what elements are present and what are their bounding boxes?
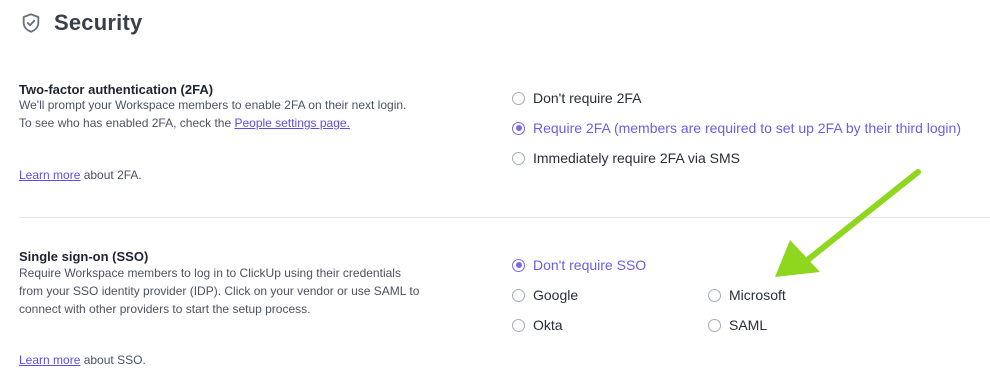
radio-circle[interactable] [708,288,721,302]
radio-label: Okta [533,317,563,333]
twofa-desc-line2-text: To see who has enabled 2FA, check the [19,116,235,130]
radio-label: Immediately require 2FA via SMS [533,150,740,166]
radio-dont-require-sso[interactable]: Don't require SSO [512,257,646,273]
radio-dont-require-2fa[interactable]: Don't require 2FA [512,90,642,106]
annotation-arrow-icon [775,169,921,277]
radio-circle[interactable] [708,318,721,332]
radio-circle[interactable] [512,121,525,135]
radio-sso-microsoft[interactable]: Microsoft [708,287,786,303]
twofa-title: Two-factor authentication (2FA) [19,82,214,97]
radio-label: Don't require SSO [533,257,647,273]
sso-desc-line1: Require Workspace members to log in to C… [19,266,401,280]
radio-circle[interactable] [512,288,525,302]
learn-more-sso-link[interactable]: Learn more [19,353,80,367]
sso-desc-line2: from your SSO identity provider (IDP). C… [19,284,420,298]
learn-more-2fa-link[interactable]: Learn more [19,168,80,182]
radio-label: Microsoft [729,287,786,303]
radio-sso-saml[interactable]: SAML [708,317,767,333]
sso-learn-more: Learn more about SSO. [19,353,146,367]
radio-label: Google [533,287,579,303]
learn-more-sso-suffix: about SSO. [80,353,146,367]
page-header: Security [20,8,142,38]
twofa-desc-line1: We'll prompt your Workspace members to e… [19,98,407,112]
shield-check-icon [22,13,40,33]
sso-desc-line3: connect with other providers to start th… [19,302,311,316]
learn-more-2fa-suffix: about 2FA. [80,168,142,182]
radio-label: SAML [729,317,768,333]
sso-description: Require Workspace members to log in to C… [19,264,459,318]
people-settings-link[interactable]: People settings page. [234,116,349,130]
sso-title: Single sign-on (SSO) [19,249,149,264]
radio-circle[interactable] [512,318,525,332]
radio-circle[interactable] [512,258,525,272]
radio-circle[interactable] [512,151,525,165]
radio-label: Don't require 2FA [533,90,642,106]
twofa-desc-line2: To see who has enabled 2FA, check the Pe… [19,114,459,132]
radio-circle[interactable] [512,91,525,105]
radio-sso-google[interactable]: Google [512,287,578,303]
radio-immediately-require-2fa-sms[interactable]: Immediately require 2FA via SMS [512,150,740,166]
section-divider [19,217,990,218]
twofa-description: We'll prompt your Workspace members to e… [19,96,459,132]
page-title: Security [54,10,143,35]
radio-require-2fa[interactable]: Require 2FA (members are required to set… [512,120,961,136]
radio-label: Require 2FA (members are required to set… [533,120,961,136]
twofa-learn-more: Learn more about 2FA. [19,168,142,182]
radio-sso-okta[interactable]: Okta [512,317,563,333]
